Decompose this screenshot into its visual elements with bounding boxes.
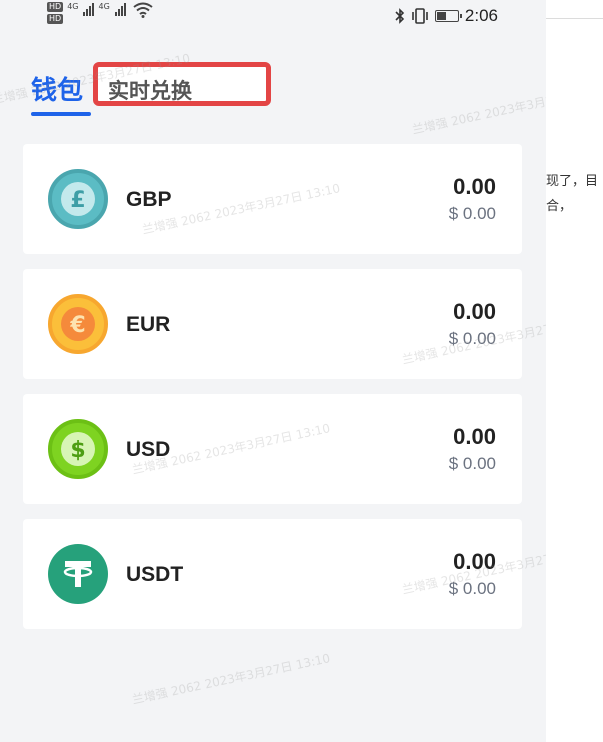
status-right: 2:06 <box>395 6 498 26</box>
tab-wallet[interactable]: 钱包 <box>31 70 83 107</box>
wallet-card-usdt[interactable]: USDT 0.00 $ 0.00 <box>23 519 522 629</box>
hd-badge: HD <box>47 2 64 12</box>
network-type: 4G <box>67 2 79 11</box>
vibrate-icon <box>412 8 428 24</box>
balance-usd-value: $ 0.00 <box>448 579 496 598</box>
wifi-icon <box>133 2 153 18</box>
watermark: 兰增强 2062 2023年3月27日 13:10 <box>130 651 332 707</box>
balance-usd-value: $ 0.00 <box>448 329 496 348</box>
balance-usd-value: $ 0.00 <box>448 204 496 223</box>
tether-icon <box>48 544 108 604</box>
balance-amount: 0.00 <box>453 424 496 449</box>
signal-icon <box>83 2 95 16</box>
background-text: 现了，目 <box>546 174 599 189</box>
pound-coin-icon: £ <box>48 169 108 229</box>
signal-icon <box>114 2 126 16</box>
hd-badge: HD <box>47 14 64 24</box>
svg-text:$: $ <box>70 438 85 463</box>
currency-name: EUR <box>126 313 171 336</box>
signal-area: HD HD 4G 4G <box>47 2 153 24</box>
balance-amount: 0.00 <box>453 549 496 574</box>
background-text: 合， <box>546 199 573 214</box>
dollar-coin-icon: $ <box>48 419 108 479</box>
clock: 2:06 <box>464 6 498 25</box>
status-bar: HD HD 4G 4G 2:06 <box>0 0 546 36</box>
svg-text:€: € <box>69 313 85 338</box>
watermark: 兰增强 2062 2023年3月27日 13:10 <box>410 81 546 137</box>
tab-realtime-exchange[interactable]: 实时兑换 <box>93 62 271 106</box>
active-tab-indicator <box>31 112 91 116</box>
balance-amount: 0.00 <box>453 299 496 324</box>
euro-coin-icon: € <box>48 294 108 354</box>
network-type: 4G <box>98 2 110 11</box>
svg-text:£: £ <box>70 188 85 213</box>
balance-usd-value: $ 0.00 <box>448 454 496 473</box>
currency-name: USD <box>126 438 171 461</box>
tab-exchange-label: 实时兑换 <box>108 79 192 103</box>
bluetooth-icon <box>395 8 405 24</box>
battery-icon <box>434 10 462 22</box>
wallet-card-eur[interactable]: € EUR 0.00 $ 0.00 <box>23 269 522 379</box>
phone-screen: HD HD 4G 4G 2:06 钱包 实时兑换 £ GBP 0.00 $ 0.… <box>0 0 546 742</box>
currency-name: USDT <box>126 563 184 586</box>
balance-amount: 0.00 <box>453 174 496 199</box>
background-window-topbar <box>546 0 603 19</box>
currency-name: GBP <box>126 188 172 211</box>
wallet-card-gbp[interactable]: £ GBP 0.00 $ 0.00 <box>23 144 522 254</box>
wallet-card-usd[interactable]: $ USD 0.00 $ 0.00 <box>23 394 522 504</box>
background-window: 现了，目 合， <box>546 0 603 742</box>
